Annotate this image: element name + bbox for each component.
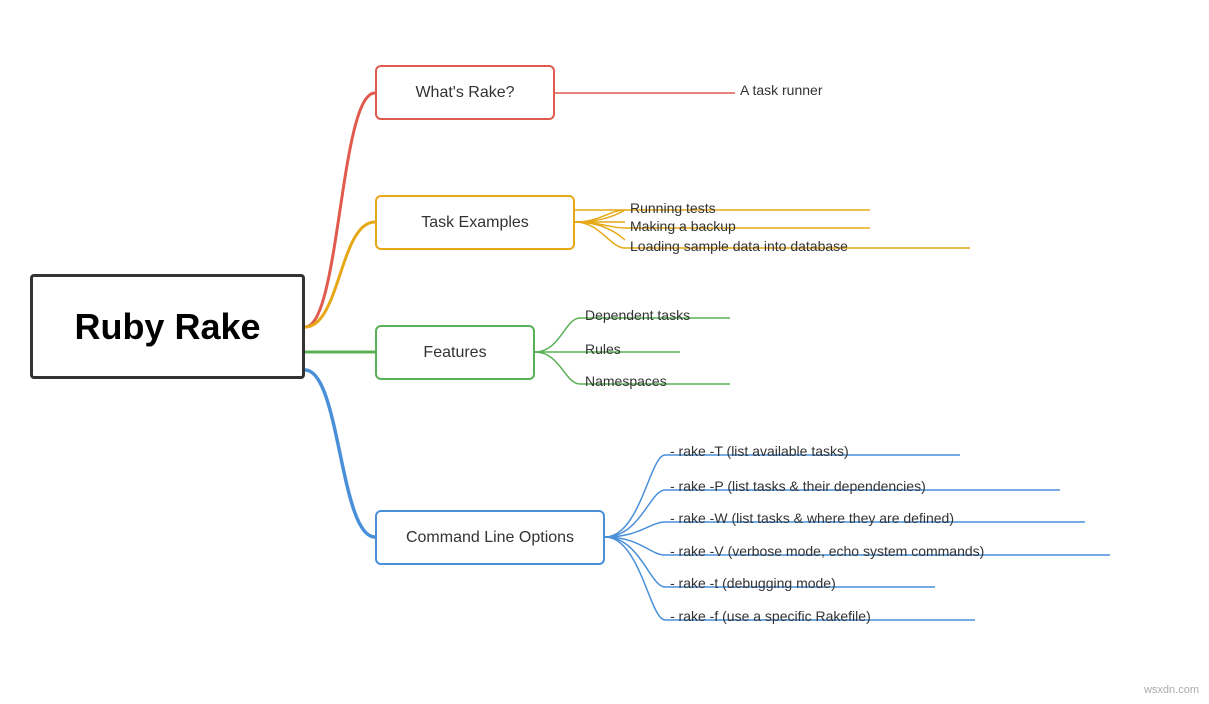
features-node: Features (375, 325, 535, 380)
features-label: Features (423, 344, 486, 362)
leaf-cli-1: - rake -P (list tasks & their dependenci… (670, 478, 926, 494)
watermark: wsxdn.com (1144, 684, 1199, 696)
whats-rake-label: What's Rake? (415, 84, 514, 102)
leaf-task-0: Running tests (630, 200, 716, 216)
root-label: Ruby Rake (74, 306, 260, 348)
leaf-whats-rake-0: A task runner (740, 82, 823, 98)
task-examples-label: Task Examples (421, 214, 529, 232)
leaf-cli-3: - rake -V (verbose mode, echo system com… (670, 543, 984, 559)
root-node: Ruby Rake (30, 274, 305, 379)
leaf-features-1: Rules (585, 341, 621, 357)
leaf-cli-4: - rake -t (debugging mode) (670, 575, 836, 591)
leaf-cli-0: - rake -T (list available tasks) (670, 443, 849, 459)
leaf-cli-2: - rake -W (list tasks & where they are d… (670, 510, 954, 526)
cli-node: Command Line Options (375, 510, 605, 565)
leaf-cli-5: - rake -f (use a specific Rakefile) (670, 608, 871, 624)
leaf-features-2: Namespaces (585, 373, 667, 389)
leaf-task-1: Making a backup (630, 218, 736, 234)
cli-label: Command Line Options (406, 529, 574, 547)
task-examples-node: Task Examples (375, 195, 575, 250)
leaf-features-0: Dependent tasks (585, 307, 690, 323)
leaf-task-2: Loading sample data into database (630, 238, 848, 254)
whats-rake-node: What's Rake? (375, 65, 555, 120)
